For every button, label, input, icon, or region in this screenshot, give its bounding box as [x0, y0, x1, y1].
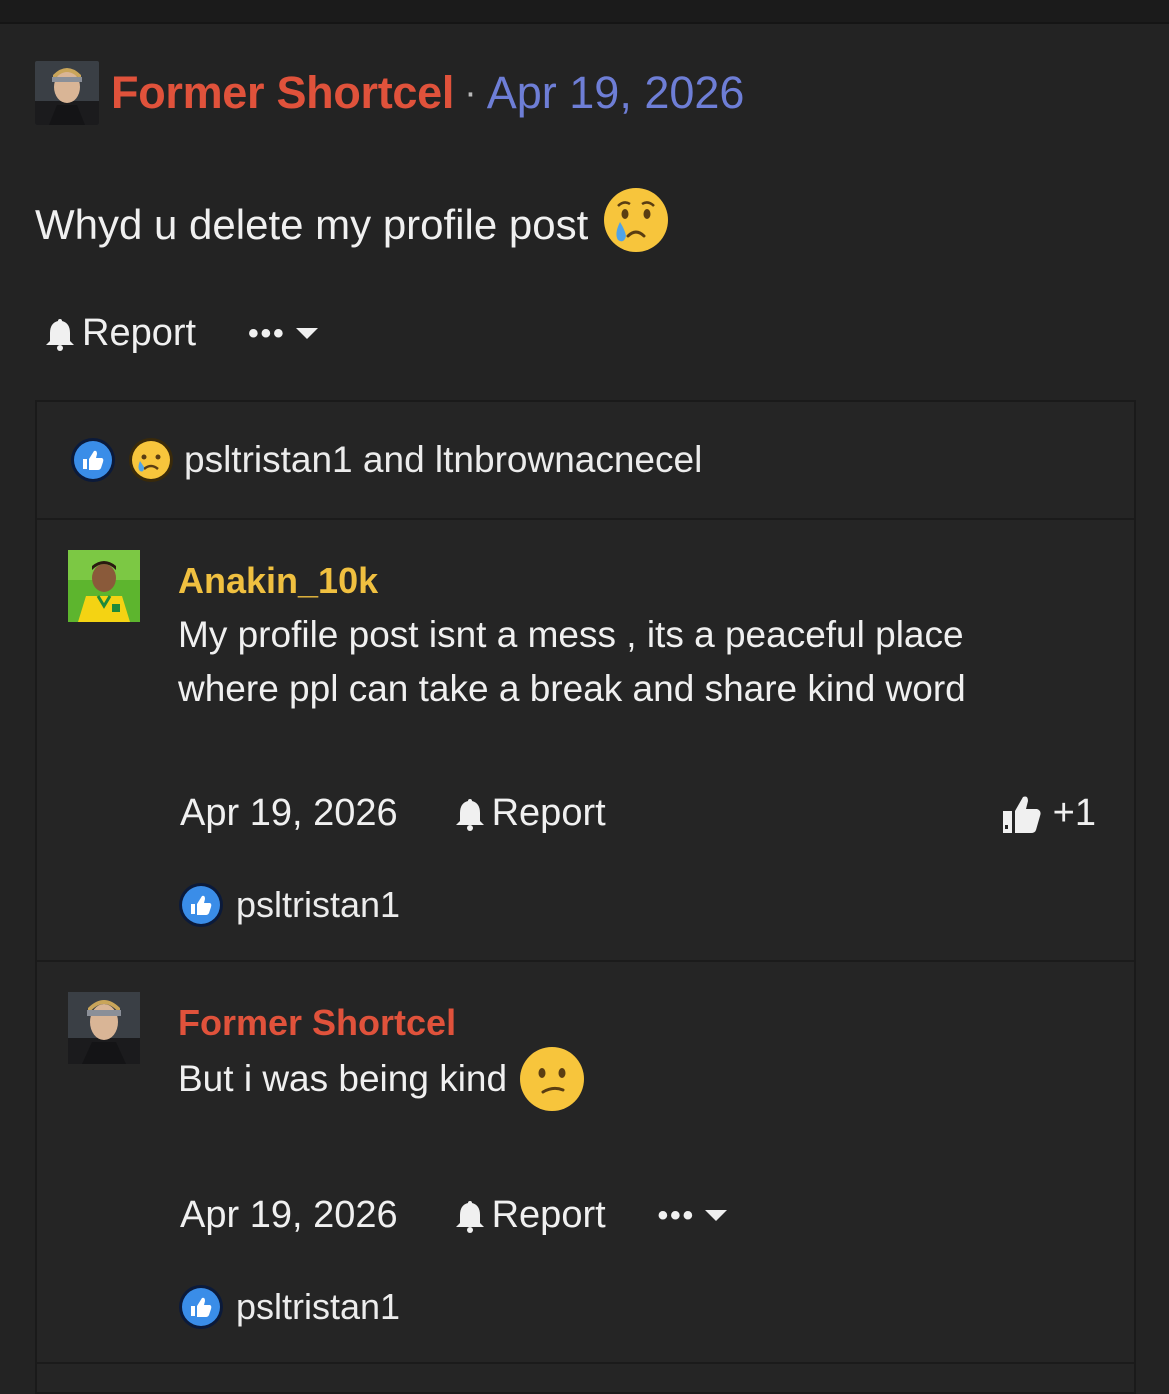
- comments-section: psltristan1 and ltnbrownacnecel Anakin_1…: [35, 400, 1136, 1394]
- sad-icon: [129, 438, 173, 482]
- report-label: Report: [491, 792, 606, 834]
- comment-item: Anakin_10k My profile post isnt a mess ,…: [37, 520, 1134, 962]
- comment-meta: Apr 19, 2026 Report: [180, 792, 606, 835]
- bell-icon: [455, 798, 484, 831]
- crying-face-icon: [602, 186, 670, 264]
- post-body: Whyd u delete my profile post: [35, 186, 670, 264]
- author-name[interactable]: Former Shortcel: [111, 67, 454, 119]
- bell-icon: [46, 318, 74, 351]
- reactor-name: psltristan1: [236, 1286, 401, 1327]
- like-icon: [179, 883, 223, 927]
- confused-face-icon: [520, 1047, 585, 1111]
- report-label: Report: [491, 1194, 606, 1236]
- like-icon: [71, 438, 115, 482]
- reactor-name: psltristan1: [236, 884, 401, 925]
- comment-text: My profile post isnt a mess , its a peac…: [178, 614, 966, 709]
- comment-date[interactable]: Apr 19, 2026: [180, 1194, 398, 1237]
- chevron-down-icon: [295, 328, 318, 339]
- ellipsis-icon: •••: [657, 1198, 696, 1232]
- comment-date[interactable]: Apr 19, 2026: [180, 792, 398, 835]
- chevron-down-icon: [705, 1210, 728, 1221]
- commenter-avatar[interactable]: [68, 550, 140, 622]
- commenter-name[interactable]: Anakin_10k: [178, 560, 378, 602]
- thumbs-up-icon: [1002, 796, 1041, 833]
- like-icon: [179, 1285, 223, 1329]
- more-options-menu[interactable]: •••: [248, 317, 318, 351]
- commenter-avatar[interactable]: [68, 992, 140, 1064]
- like-count: +1: [1052, 792, 1096, 834]
- more-options-menu[interactable]: •••: [658, 1199, 728, 1233]
- comment-text: But i was being kind: [178, 1058, 508, 1099]
- comment-meta: Apr 19, 2026 Report •••: [180, 1194, 728, 1237]
- post-header: Former Shortcel · Apr 19, 2026: [35, 60, 744, 126]
- like-button[interactable]: +1: [1001, 792, 1096, 835]
- reactors-text[interactable]: psltristan1 and ltnbrownacnecel: [184, 439, 702, 481]
- post-actions: Report •••: [44, 312, 318, 355]
- post-text: Whyd u delete my profile post: [35, 201, 589, 248]
- post-date[interactable]: Apr 19, 2026: [487, 67, 745, 119]
- comment-text-row: But i was being kind: [178, 1046, 585, 1112]
- commenter-name[interactable]: Former Shortcel: [178, 1002, 456, 1044]
- separator-dot: ·: [464, 71, 477, 114]
- top-strip: [0, 0, 1169, 22]
- bell-icon: [455, 1200, 484, 1233]
- comment-item: Former Shortcel But i was being kind Apr…: [37, 962, 1134, 1364]
- reaction-summary[interactable]: psltristan1 and ltnbrownacnecel: [37, 402, 1134, 520]
- report-label: Report: [82, 312, 197, 354]
- report-button[interactable]: Report: [454, 1194, 606, 1237]
- ellipsis-icon: •••: [248, 316, 286, 350]
- divider: [0, 22, 1169, 24]
- author-avatar[interactable]: [35, 61, 99, 125]
- report-button[interactable]: Report: [454, 792, 606, 835]
- report-button[interactable]: Report: [44, 312, 196, 355]
- comment-reactors[interactable]: psltristan1: [178, 882, 400, 928]
- comment-reactors[interactable]: psltristan1: [178, 1284, 400, 1330]
